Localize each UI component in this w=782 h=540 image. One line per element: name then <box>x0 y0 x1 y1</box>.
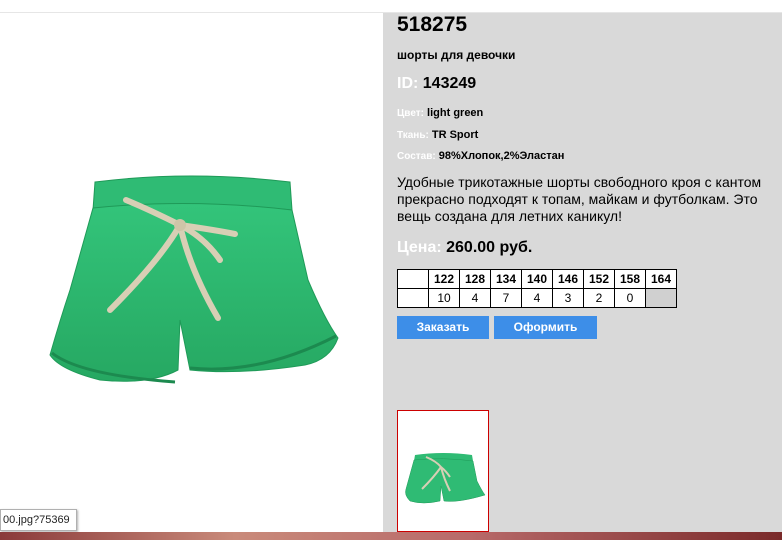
qty-cell: 0 <box>614 288 646 308</box>
price-label: Цена: <box>397 239 442 256</box>
qty-cell <box>645 288 677 308</box>
size-cell: 140 <box>521 269 553 289</box>
qty-cell: 3 <box>552 288 584 308</box>
price-value: 260.00 руб. <box>446 239 533 256</box>
order-button[interactable]: Заказать <box>397 316 489 339</box>
attr-value: TR Sport <box>431 129 479 141</box>
size-cell: 152 <box>583 269 615 289</box>
status-url-tooltip: 00.jpg?75369 <box>0 509 77 531</box>
product-description: Удобные трикотажные шорты свободного кро… <box>397 174 762 224</box>
size-cell: 134 <box>490 269 522 289</box>
attr-label: Ткань: <box>397 130 429 141</box>
id-value: 143249 <box>422 75 477 92</box>
qty-cell: 7 <box>490 288 522 308</box>
qty-cell: 2 <box>583 288 615 308</box>
attr-fabric: Ткань: TR Sport <box>397 129 478 141</box>
attr-label: Цвет: <box>397 108 424 119</box>
id-label: ID: <box>397 75 419 92</box>
attr-value: light green <box>427 107 484 119</box>
product-id-row: ID: 143249 <box>397 75 476 93</box>
product-info-panel: 518275 шорты для девочки ID: 143249 Цвет… <box>383 13 782 532</box>
qty-cell: 4 <box>521 288 553 308</box>
bottom-decor-strip <box>0 532 782 540</box>
size-cell: 164 <box>645 269 677 289</box>
qty-cell <box>397 288 429 308</box>
checkout-button[interactable]: Оформить <box>494 316 597 339</box>
size-cell: 158 <box>614 269 646 289</box>
qty-cell: 4 <box>459 288 491 308</box>
top-strip <box>0 0 782 13</box>
size-table: 122 128 134 140 146 152 158 164 10 4 7 4… <box>397 269 677 308</box>
size-cell: 146 <box>552 269 584 289</box>
attr-composition: Состав: 98%Хлопок,2%Эластан <box>397 150 564 162</box>
product-thumbnail[interactable] <box>397 410 489 532</box>
qty-cell: 10 <box>428 288 460 308</box>
size-cell: 122 <box>428 269 460 289</box>
thumbnail-image <box>405 453 486 504</box>
quantity-row: 10 4 7 4 3 2 0 <box>397 288 677 308</box>
product-code: 518275 <box>397 13 468 36</box>
size-cell: 128 <box>459 269 491 289</box>
attr-value: 98%Хлопок,2%Эластан <box>438 150 565 162</box>
product-image[interactable] <box>40 170 340 405</box>
attr-label: Состав: <box>397 151 436 162</box>
price-row: Цена: 260.00 руб. <box>397 239 532 257</box>
attr-color: Цвет: light green <box>397 107 483 119</box>
product-subtitle: шорты для девочки <box>397 48 516 62</box>
size-header-row: 122 128 134 140 146 152 158 164 <box>397 269 677 289</box>
size-cell <box>397 269 429 289</box>
